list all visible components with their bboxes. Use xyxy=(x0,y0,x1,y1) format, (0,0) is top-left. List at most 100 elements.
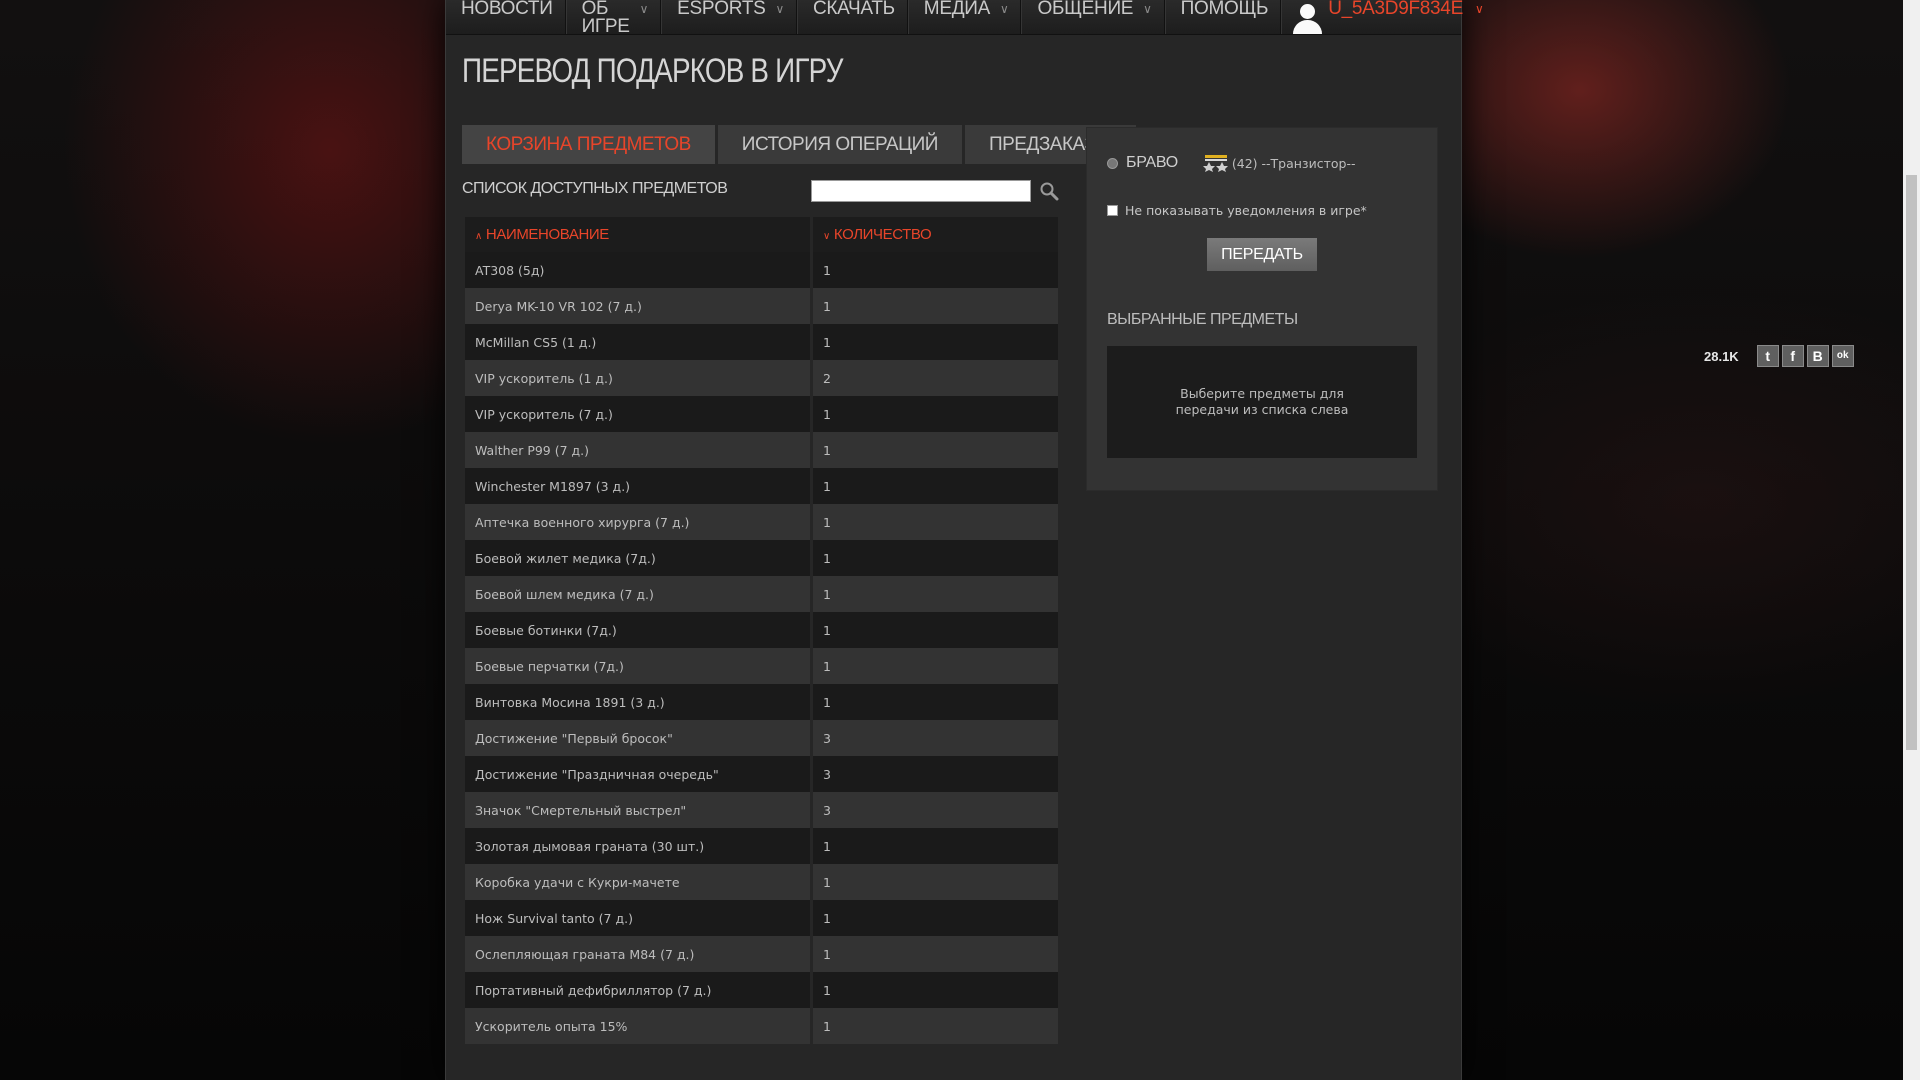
nav-item-label: Скачать xyxy=(812,0,895,19)
table-row[interactable]: Нож Survival tanto (7 д.) 1 xyxy=(465,900,1058,936)
sort-down-icon: ∨ xyxy=(823,231,830,242)
nav-item-label: Медиа xyxy=(923,0,991,19)
notify-checkbox[interactable] xyxy=(1107,205,1118,216)
twitter-icon[interactable]: t xyxy=(1756,345,1779,367)
table-row[interactable]: Портативный дефибриллятор (7 д.) 1 xyxy=(465,972,1058,1008)
column-header-name[interactable]: ∧ Наименование xyxy=(465,217,810,252)
share-count: 28.1K xyxy=(1704,348,1739,364)
rank-icon xyxy=(1202,155,1228,172)
item-quantity: 1 xyxy=(813,468,1058,504)
top-navigation: Новости Об игре ∨ Esports ∨ Скачать Медиа ∨ Обще… xyxy=(446,0,1484,37)
table-row[interactable]: VIP ускоритель (1 д.) 2 xyxy=(465,360,1058,396)
item-name: Winchester M1897 (3 д.) xyxy=(465,468,810,504)
table-row[interactable]: Аптечка военного хирурга (7 д.) 1 xyxy=(465,504,1058,540)
item-quantity: 1 xyxy=(813,1008,1058,1044)
table-row[interactable]: Золотая дымовая граната (30 шт.) 1 xyxy=(465,828,1058,864)
tab-0[interactable]: Корзина предметов xyxy=(462,125,715,164)
table-row[interactable]: Боевые перчатки (7д.) 1 xyxy=(465,648,1058,684)
odnoklassniki-icon[interactable]: ok xyxy=(1831,345,1854,367)
items-table: ∧ Наименование ∨ Количество AT308 (5д) 1 Der… xyxy=(462,217,1061,1044)
item-quantity: 1 xyxy=(813,576,1058,612)
table-row[interactable]: McMillan CS5 (1 д.) 1 xyxy=(465,324,1058,360)
item-quantity: 1 xyxy=(813,396,1058,432)
nav-item-3[interactable]: Скачать xyxy=(797,0,908,34)
column-header-quantity[interactable]: ∨ Количество xyxy=(813,217,1058,252)
scrollbar-thumb[interactable] xyxy=(1906,175,1917,750)
nav-item-1[interactable]: Об игре ∨ xyxy=(566,0,662,37)
item-quantity: 1 xyxy=(813,972,1058,1008)
table-row[interactable]: AT308 (5д) 1 xyxy=(465,252,1058,288)
item-quantity: 1 xyxy=(813,936,1058,972)
item-name: Нож Survival tanto (7 д.) xyxy=(465,900,810,936)
item-quantity: 1 xyxy=(813,432,1058,468)
item-quantity: 1 xyxy=(813,684,1058,720)
item-quantity: 1 xyxy=(813,324,1058,360)
item-name: McMillan CS5 (1 д.) xyxy=(465,324,810,360)
search-input[interactable] xyxy=(811,180,1031,202)
selected-items-box: Выберите предметы для передачи из списка… xyxy=(1107,346,1417,458)
item-quantity: 1 xyxy=(813,252,1058,288)
item-name: Боевые ботинки (7д.) xyxy=(465,612,810,648)
table-row[interactable]: Винтовка Мосина 1891 (3 д.) 1 xyxy=(465,684,1058,720)
table-row[interactable]: VIP ускоритель (7 д.) 1 xyxy=(465,396,1058,432)
item-quantity: 2 xyxy=(813,360,1058,396)
character-info: (42) --Транзистор-- xyxy=(1231,155,1356,171)
item-name: Портативный дефибриллятор (7 д.) xyxy=(465,972,810,1008)
notify-label: Не показывать уведомления в игре* xyxy=(1125,203,1367,218)
nav-item-4[interactable]: Медиа ∨ xyxy=(908,0,1022,34)
item-quantity: 3 xyxy=(813,756,1058,792)
list-title: Список доступных предметов xyxy=(462,180,728,197)
table-row[interactable]: Walther P99 (7 д.) 1 xyxy=(465,432,1058,468)
nav-item-label: Общение xyxy=(1037,0,1134,19)
page-scrollbar[interactable] xyxy=(1903,0,1920,1080)
transfer-button[interactable]: Передать xyxy=(1207,238,1317,271)
nav-item-label: Об игре xyxy=(581,0,630,37)
table-row[interactable]: Коробка удачи с Кукри-мачете 1 xyxy=(465,864,1058,900)
item-name: Аптечка военного хирурга (7 д.) xyxy=(465,504,810,540)
page-title: Перевод подарков в игру xyxy=(462,52,843,90)
column-name-label: Наименование xyxy=(485,226,609,243)
table-row[interactable]: Derya MK-10 VR 102 (7 д.) 1 xyxy=(465,288,1058,324)
item-quantity: 1 xyxy=(813,288,1058,324)
table-row[interactable]: Достижение "Праздничная очередь" 3 xyxy=(465,756,1058,792)
table-header: ∧ Наименование ∨ Количество xyxy=(465,217,1058,252)
nav-item-0[interactable]: Новости xyxy=(446,0,566,34)
item-name: Ослепляющая граната M84 (7 д.) xyxy=(465,936,810,972)
item-quantity: 1 xyxy=(813,612,1058,648)
items-body: AT308 (5д) 1 Derya MK-10 VR 102 (7 д.) 1 McM… xyxy=(465,252,1058,1044)
item-name: VIP ускоритель (7 д.) xyxy=(465,396,810,432)
search-icon[interactable] xyxy=(1039,181,1059,201)
notify-option[interactable]: Не показывать уведомления в игре* xyxy=(1107,203,1367,218)
nav-item-2[interactable]: Esports ∨ xyxy=(661,0,797,34)
selected-items-title: Выбранные предметы xyxy=(1107,311,1298,328)
item-quantity: 3 xyxy=(813,720,1058,756)
table-row[interactable]: Боевые ботинки (7д.) 1 xyxy=(465,612,1058,648)
item-name: Достижение "Первый бросок" xyxy=(465,720,810,756)
chevron-down-icon: ∨ xyxy=(1143,2,1152,16)
item-name: Винтовка Мосина 1891 (3 д.) xyxy=(465,684,810,720)
nav-item-5[interactable]: Общение ∨ xyxy=(1021,0,1165,34)
sort-up-icon: ∧ xyxy=(475,231,482,242)
table-row[interactable]: Ослепляющая граната M84 (7 д.) 1 xyxy=(465,936,1058,972)
table-row[interactable]: Ускоритель опыта 15% 1 xyxy=(465,1008,1058,1044)
item-name: Боевой шлем медика (7 д.) xyxy=(465,576,810,612)
table-row[interactable]: Боевой жилет медика (7д.) 1 xyxy=(465,540,1058,576)
table-row[interactable]: Значок "Смертельный выстрел" 3 xyxy=(465,792,1058,828)
vk-icon[interactable]: B xyxy=(1806,345,1829,367)
share-widget: 28.1K t f Bok xyxy=(1704,345,1854,367)
facebook-icon[interactable]: f xyxy=(1781,345,1804,367)
tab-bar: Корзина предметов История операций Предзак… xyxy=(462,125,1139,164)
site-container: Новости Об игре ∨ Esports ∨ Скачать Медиа ∨ Обще… xyxy=(445,0,1484,1080)
table-row[interactable]: Достижение "Первый бросок" 3 xyxy=(465,720,1058,756)
item-quantity: 3 xyxy=(813,792,1058,828)
table-row[interactable]: Winchester M1897 (3 д.) 1 xyxy=(465,468,1058,504)
tab-1[interactable]: История операций xyxy=(717,125,962,164)
nav-item-6[interactable]: Помощь xyxy=(1165,0,1282,34)
table-row[interactable]: Боевой шлем медика (7 д.) 1 xyxy=(465,576,1058,612)
server-radio[interactable] xyxy=(1107,157,1118,169)
transfer-panel: Браво (42) --Транзистор-- Не показывать … xyxy=(1086,127,1438,491)
username: U_5A3D9F834E xyxy=(1328,0,1463,19)
chevron-down-icon: ∨ xyxy=(639,2,649,16)
item-quantity: 1 xyxy=(813,504,1058,540)
server-option[interactable]: Браво (42) --Транзистор-- xyxy=(1107,154,1355,172)
